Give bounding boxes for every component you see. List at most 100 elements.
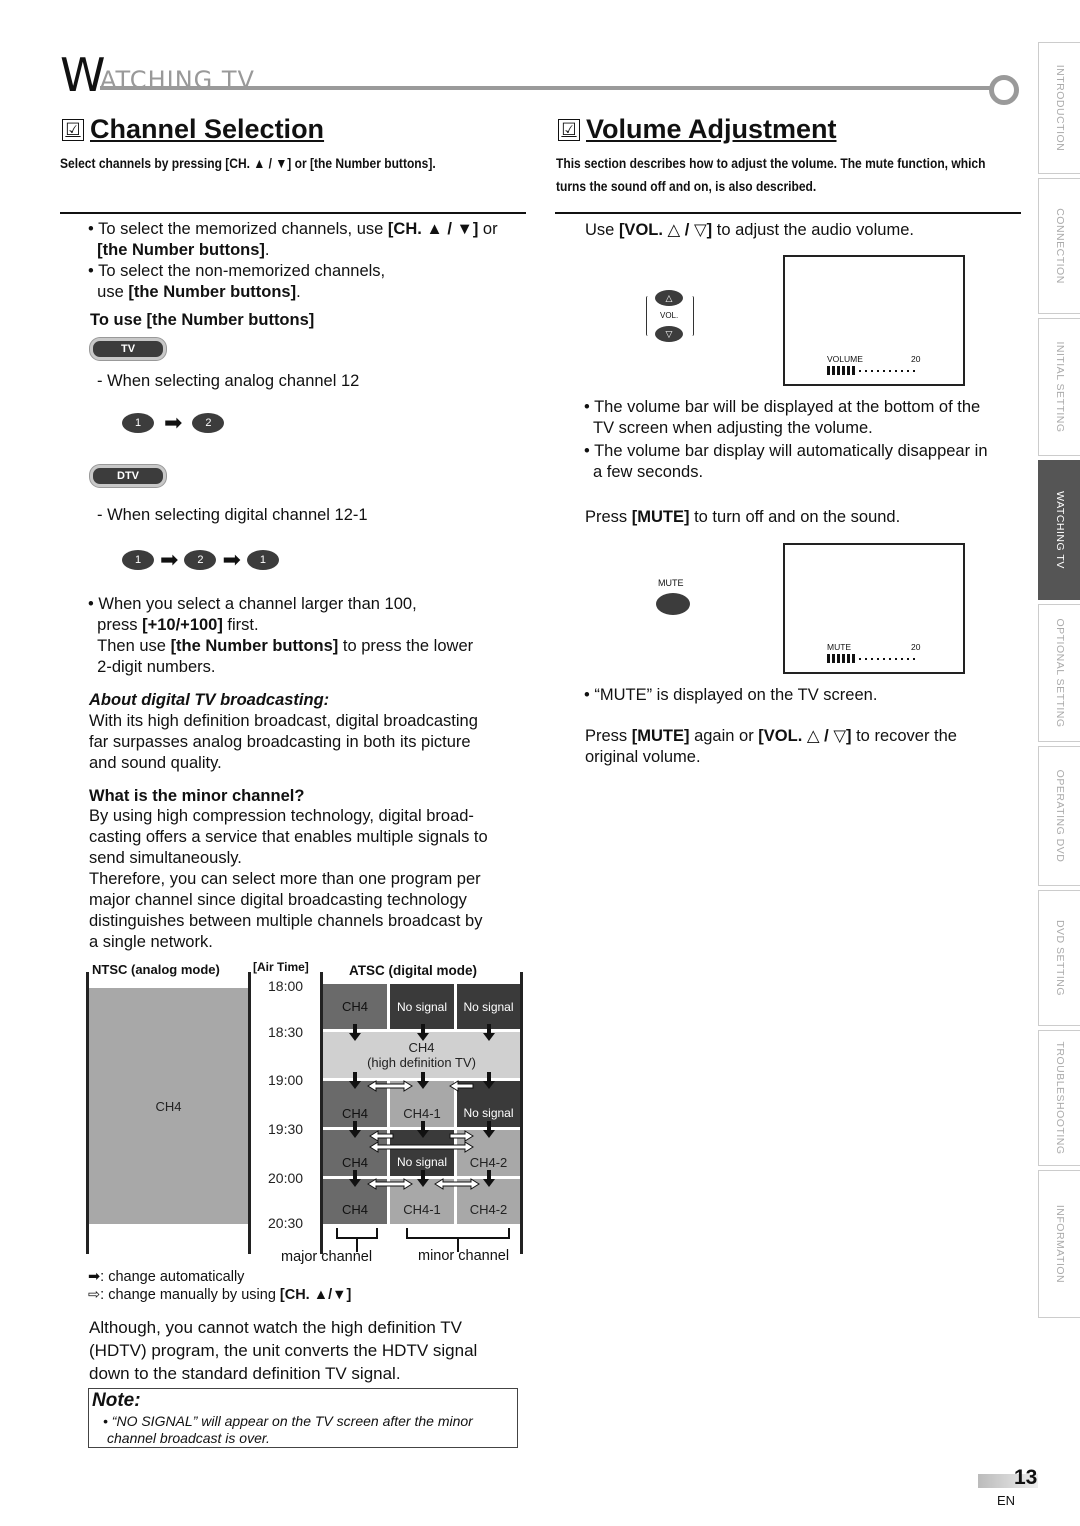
- auto-arrow-icon: ➡: [88, 1269, 101, 1285]
- side-tab-label: INITIAL SETTING: [1054, 341, 1066, 433]
- minor-channel-body: By using high compression technology, di…: [89, 807, 488, 951]
- time-label: 19:30: [268, 1121, 304, 1137]
- side-tab-label: CONNECTION: [1054, 208, 1066, 284]
- side-tab-operating-dvd[interactable]: OPERATING DVD: [1038, 746, 1080, 886]
- auto-arrow-icon: [483, 1024, 495, 1041]
- use-vol-text: Use [VOL. △ / ▽] to adjust the audio vol…: [585, 221, 914, 239]
- over-100-instructions: • When you select a channel larger than …: [88, 595, 474, 676]
- number-key-2[interactable]: 2: [192, 413, 225, 433]
- side-tab-dvd-setting[interactable]: DVD SETTING: [1038, 890, 1080, 1026]
- note-box: Note: • “NO SIGNAL” will appear on the T…: [88, 1388, 518, 1448]
- number-key-1[interactable]: 1: [122, 413, 154, 433]
- ntsc-ch4-block: CH4: [89, 988, 248, 1224]
- side-tab-information[interactable]: INFORMATION: [1038, 1170, 1080, 1318]
- manual-arrow-icon: [369, 1130, 394, 1142]
- manual-arrow-icon: [367, 1178, 413, 1190]
- level-segment-filled: [842, 654, 845, 663]
- tv-button[interactable]: TV: [90, 338, 166, 360]
- level-segment-empty: [883, 369, 885, 372]
- vol-up-button[interactable]: △: [655, 290, 683, 306]
- volume-level-bar: [827, 366, 915, 375]
- arrow-right-icon: ➡: [222, 547, 241, 572]
- volume-subtitle-2: turns the sound off and on, is also desc…: [556, 178, 817, 194]
- channel-subtitle: Select channels by pressing [CH. ▲ / ▼] …: [60, 155, 436, 171]
- level-segment-empty: [883, 657, 885, 660]
- auto-arrow-icon: [349, 1024, 361, 1041]
- auto-arrow-icon: [349, 1170, 361, 1187]
- page-header-initial: W: [60, 48, 106, 102]
- auto-arrow-icon: [417, 1072, 429, 1089]
- dtv-button[interactable]: DTV: [90, 465, 166, 487]
- atsc-right-border: [520, 972, 523, 1254]
- auto-arrow-icon: [483, 1170, 495, 1187]
- side-tab-watching-tv[interactable]: WATCHING TV: [1038, 460, 1080, 600]
- level-segment-empty: [865, 657, 867, 660]
- number-key-1[interactable]: 1: [122, 550, 154, 570]
- language-code: EN: [997, 1493, 1016, 1508]
- about-digital-heading: About digital TV broadcasting:: [89, 691, 330, 709]
- level-segment-filled: [837, 366, 840, 375]
- mute-osd-value: 20: [911, 642, 921, 652]
- side-tab-troubleshooting[interactable]: TROUBLESHOOTING: [1038, 1030, 1080, 1166]
- side-tab-connection[interactable]: CONNECTION: [1038, 178, 1080, 314]
- auto-arrow-icon: [417, 1024, 429, 1041]
- level-segment-filled: [847, 366, 850, 375]
- digital-key-sequence: 1 ➡ 2 ➡ 1: [122, 547, 279, 572]
- level-segment-filled: [827, 654, 830, 663]
- side-tab-optional-setting[interactable]: OPTIONAL SETTING: [1038, 604, 1080, 742]
- side-tab-introduction[interactable]: INTRODUCTION: [1038, 42, 1080, 174]
- time-label: 20:00: [268, 1170, 304, 1186]
- level-segment-empty: [907, 657, 909, 660]
- mute-button[interactable]: [656, 593, 690, 615]
- auto-arrow-icon: [483, 1072, 495, 1089]
- legend-auto: ➡: change automatically: [88, 1269, 245, 1285]
- time-label: 18:00: [268, 978, 304, 994]
- level-segment-filled: [832, 654, 835, 663]
- auto-arrow-icon: [349, 1121, 361, 1138]
- about-digital-body: With its high definition broadcast, digi…: [89, 712, 478, 772]
- level-segment-empty: [895, 369, 897, 372]
- vol-down-button[interactable]: ▽: [655, 326, 683, 342]
- number-key-1[interactable]: 1: [246, 550, 279, 570]
- channel-selection-title: ☑ Channel Selection: [62, 114, 324, 145]
- side-tab-initial-setting[interactable]: INITIAL SETTING: [1038, 318, 1080, 456]
- volume-adjustment-title: ☑ Volume Adjustment: [558, 114, 837, 145]
- side-tab-label: INTRODUCTION: [1054, 64, 1066, 152]
- level-segment-empty: [871, 657, 873, 660]
- auto-arrow-icon: [417, 1121, 429, 1138]
- side-tab-label: OPERATING DVD: [1054, 769, 1066, 863]
- auto-arrow-icon: [349, 1072, 361, 1089]
- side-tab-label: TROUBLESHOOTING: [1054, 1041, 1066, 1155]
- level-segment-empty: [877, 369, 879, 372]
- ntsc-right-border: [248, 972, 251, 1254]
- checkbox-icon: ☑: [558, 118, 580, 141]
- digital-channel-text: - When selecting digital channel 12-1: [97, 506, 368, 524]
- arrow-right-icon: ➡: [164, 410, 183, 435]
- channel-rule: [60, 212, 526, 214]
- note-title: Note:: [92, 1390, 141, 1411]
- vol-button-group: △ VOL. ▽: [646, 290, 694, 346]
- press-mute-text: Press [MUTE] to turn off and on the soun…: [585, 508, 901, 526]
- manual-arrow-icon: [449, 1080, 474, 1092]
- transition-arrows: [349, 1024, 495, 1190]
- side-tab-label: OPTIONAL SETTING: [1054, 618, 1066, 728]
- channel-bullet-1: • To select the memorized channels, use …: [88, 220, 498, 259]
- recover-volume-text: Press [MUTE] again or [VOL. △ / ▽] to re…: [585, 727, 957, 766]
- header-rule: [100, 86, 992, 90]
- tv-screen-volume: VOLUME 20: [783, 255, 965, 386]
- side-tab-label: INFORMATION: [1054, 1204, 1066, 1284]
- side-tab-label: DVD SETTING: [1054, 919, 1066, 997]
- level-segment-empty: [889, 657, 891, 660]
- level-segment-empty: [901, 657, 903, 660]
- number-buttons-heading: To use [the Number buttons]: [90, 311, 315, 329]
- airtime-label: [Air Time]: [253, 960, 309, 974]
- level-segment-empty: [901, 369, 903, 372]
- level-segment-empty: [865, 369, 867, 372]
- minor-channel-label: minor channel: [418, 1248, 510, 1264]
- note-text: • “NO SIGNAL” will appear on the TV scre…: [103, 1413, 473, 1446]
- mute-displayed-text: • “MUTE” is displayed on the TV screen.: [584, 686, 878, 704]
- arrow-right-icon: ➡: [160, 547, 179, 572]
- level-segment-empty: [859, 657, 861, 660]
- level-segment-filled: [832, 366, 835, 375]
- number-key-2[interactable]: 2: [184, 550, 217, 570]
